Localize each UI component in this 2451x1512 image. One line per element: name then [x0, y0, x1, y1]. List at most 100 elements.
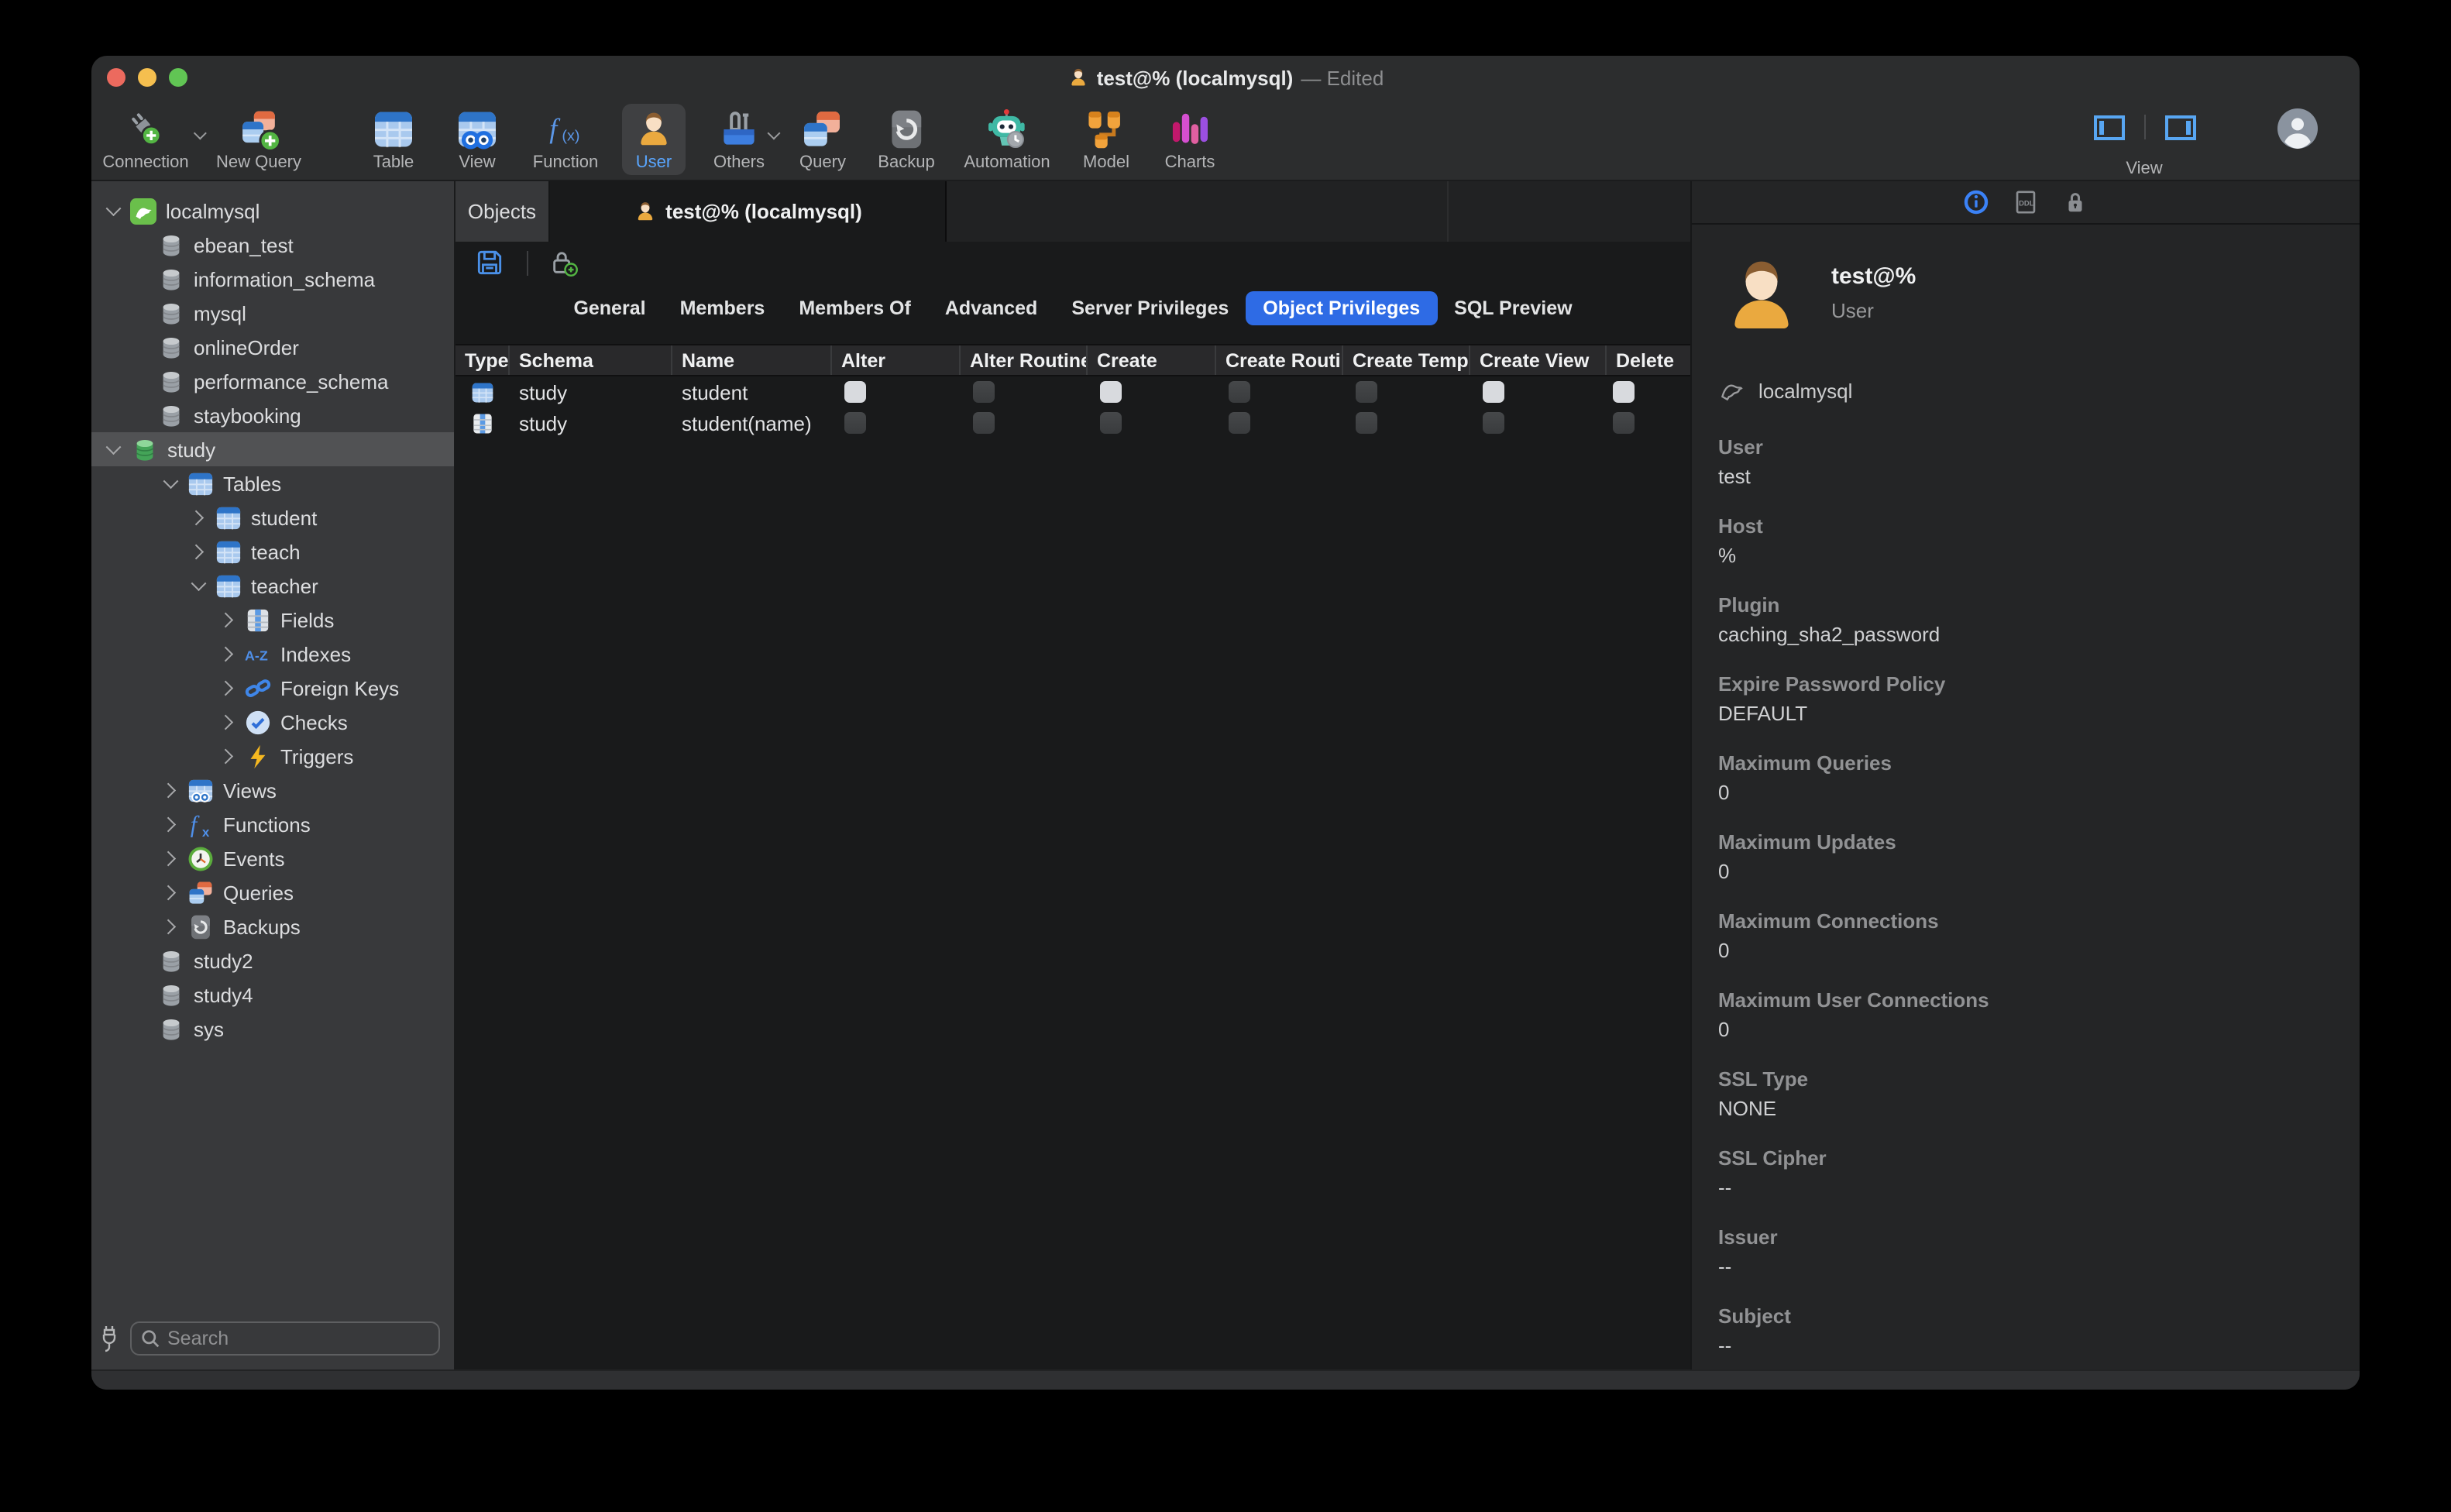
column-header-schema[interactable]: Schema — [510, 345, 672, 375]
tab-user-editor[interactable]: test@% (localmysql) — [550, 181, 947, 242]
sidebar-item-onlineorder[interactable]: onlineOrder — [91, 330, 454, 364]
checkbox-create-view[interactable] — [1483, 381, 1504, 403]
checkbox-delete[interactable] — [1613, 412, 1635, 434]
chevron-down-icon[interactable] — [104, 201, 122, 220]
sidebar-item-triggers[interactable]: Triggers — [91, 739, 454, 773]
toolbar-charts-button[interactable]: Charts — [1154, 104, 1226, 175]
toolbar-connection-button[interactable]: Connection — [91, 104, 207, 175]
chevron-right-icon[interactable] — [161, 849, 180, 868]
toolbar-model-button[interactable]: Model — [1072, 104, 1140, 175]
sidebar-item-queries[interactable]: Queries — [91, 875, 454, 909]
sidebar-item-foreign-keys[interactable]: Foreign Keys — [91, 671, 454, 705]
sidebar-item-information-schema[interactable]: information_schema — [91, 262, 454, 296]
column-header-name[interactable]: Name — [672, 345, 832, 375]
toggle-left-sidebar-button[interactable] — [2093, 115, 2126, 141]
checkbox-alter[interactable] — [844, 412, 866, 434]
column-header-create[interactable]: Create — [1088, 345, 1216, 375]
sidebar-item-study[interactable]: study — [91, 432, 454, 466]
sidebar-item-student[interactable]: student — [91, 500, 454, 534]
toolbar-new-query-button[interactable]: New Query — [205, 104, 312, 175]
sidebar-item-study2[interactable]: study2 — [91, 943, 454, 978]
checkbox-create[interactable] — [1100, 412, 1122, 434]
checkbox-create[interactable] — [1100, 381, 1122, 403]
sidebar-item-sys[interactable]: sys — [91, 1012, 454, 1046]
tab-general[interactable]: General — [556, 291, 662, 325]
sidebar-item-events[interactable]: Events — [91, 841, 454, 875]
ddl-tab-button[interactable]: DDL — [2013, 189, 2039, 215]
chevron-down-icon[interactable] — [104, 440, 122, 459]
add-privilege-button[interactable] — [549, 248, 579, 277]
sidebar-item-indexes[interactable]: A-Z Indexes — [91, 637, 454, 671]
checkbox-create-temp[interactable] — [1356, 381, 1377, 403]
sidebar-item-tables[interactable]: Tables — [91, 466, 454, 500]
sidebar-item-checks[interactable]: Checks — [91, 705, 454, 739]
column-header-type[interactable]: Type — [455, 345, 510, 375]
chevron-down-icon[interactable] — [189, 576, 208, 595]
chevron-right-icon[interactable] — [161, 815, 180, 833]
checkbox-delete[interactable] — [1613, 381, 1635, 403]
zoom-window-button[interactable] — [169, 68, 187, 87]
column-header-create-view[interactable]: Create View — [1470, 345, 1607, 375]
info-tab-button[interactable] — [1963, 189, 1989, 215]
grid-row-student-name[interactable]: study student(name) — [455, 407, 1690, 438]
close-window-button[interactable] — [107, 68, 125, 87]
tab-members[interactable]: Members — [663, 291, 782, 325]
chevron-right-icon[interactable] — [218, 644, 237, 663]
sidebar-item-teach[interactable]: teach — [91, 534, 454, 569]
column-header-alter[interactable]: Alter — [832, 345, 961, 375]
sidebar-item-localmysql[interactable]: localmysql — [91, 194, 454, 228]
checkbox-alter[interactable] — [844, 381, 866, 403]
sidebar-item-study4[interactable]: study4 — [91, 978, 454, 1012]
column-header-create-temp[interactable]: Create Temp… — [1343, 345, 1470, 375]
toolbar-function-button[interactable]: f (x) Function — [522, 104, 609, 175]
checkbox-alter-routine[interactable] — [973, 412, 995, 434]
toolbar-table-button[interactable]: Table — [362, 104, 425, 175]
tab-server-privileges[interactable]: Server Privileges — [1054, 291, 1246, 325]
search-input[interactable] — [160, 1328, 438, 1349]
toolbar-query-button[interactable]: Query — [789, 104, 857, 175]
tab-members-of[interactable]: Members Of — [782, 291, 928, 325]
checkbox-create-temp[interactable] — [1356, 412, 1377, 434]
toggle-right-sidebar-button[interactable] — [2164, 115, 2197, 141]
sidebar-item-fields[interactable]: Fields — [91, 603, 454, 637]
account-avatar[interactable] — [2277, 108, 2318, 149]
sidebar-item-mysql[interactable]: mysql — [91, 296, 454, 330]
toolbar-automation-button[interactable]: Automation — [953, 104, 1060, 175]
checkbox-alter-routine[interactable] — [973, 381, 995, 403]
tab-advanced[interactable]: Advanced — [928, 291, 1055, 325]
tab-object-privileges[interactable]: Object Privileges — [1246, 291, 1438, 325]
sidebar-item-ebean-test[interactable]: ebean_test — [91, 228, 454, 262]
save-button[interactable] — [475, 248, 504, 277]
column-header-create-routine[interactable]: Create Routi… — [1216, 345, 1343, 375]
toolbar-user-button[interactable]: User — [622, 104, 686, 175]
connection-filter-icon[interactable] — [99, 1324, 119, 1353]
chevron-right-icon[interactable] — [218, 713, 237, 731]
sidebar-item-performance-schema[interactable]: performance_schema — [91, 364, 454, 398]
toolbar-view-button[interactable]: View — [445, 104, 509, 175]
minimize-window-button[interactable] — [138, 68, 156, 87]
tab-sql-preview[interactable]: SQL Preview — [1437, 291, 1589, 325]
grid-row-student[interactable]: study student — [455, 376, 1690, 407]
chevron-right-icon[interactable] — [161, 883, 180, 902]
chevron-right-icon[interactable] — [161, 917, 180, 936]
column-header-alter-routine[interactable]: Alter Routine — [961, 345, 1088, 375]
tab-objects[interactable]: Objects — [455, 181, 550, 242]
sidebar-item-teacher[interactable]: teacher — [91, 569, 454, 603]
column-header-delete[interactable]: Delete — [1607, 345, 1689, 375]
checkbox-create-view[interactable] — [1483, 412, 1504, 434]
checkbox-create-routine[interactable] — [1229, 381, 1250, 403]
toolbar-backup-button[interactable]: Backup — [867, 104, 945, 175]
toolbar-others-button[interactable]: Others — [703, 104, 781, 175]
chevron-right-icon[interactable] — [189, 508, 208, 527]
privileges-tab-button[interactable] — [2062, 189, 2088, 215]
sidebar-item-views[interactable]: Views — [91, 773, 454, 807]
chevron-right-icon[interactable] — [189, 542, 208, 561]
chevron-right-icon[interactable] — [161, 781, 180, 799]
sidebar-item-staybooking[interactable]: staybooking — [91, 398, 454, 432]
sidebar-item-backups[interactable]: Backups — [91, 909, 454, 943]
chevron-down-icon[interactable] — [161, 474, 180, 493]
checkbox-create-routine[interactable] — [1229, 412, 1250, 434]
chevron-right-icon[interactable] — [218, 747, 237, 765]
sidebar-item-functions[interactable]: f x Functions — [91, 807, 454, 841]
chevron-right-icon[interactable] — [218, 610, 237, 629]
